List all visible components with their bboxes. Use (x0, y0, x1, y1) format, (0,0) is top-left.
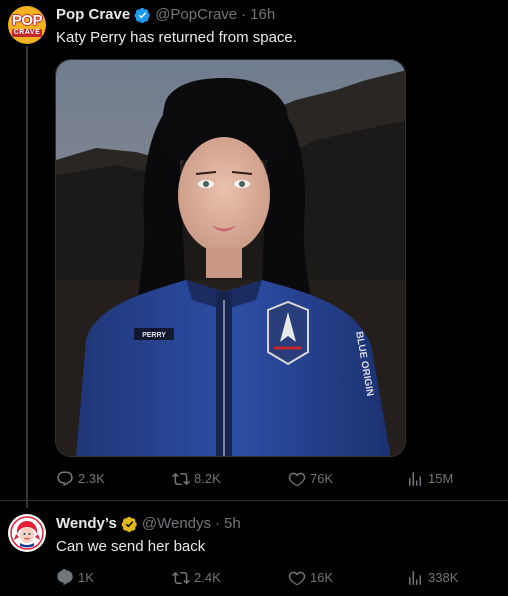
author-handle[interactable]: @Wendys (142, 515, 211, 533)
thread-line (26, 46, 28, 508)
reply-icon (57, 471, 73, 487)
timestamp[interactable]: 16h (250, 6, 275, 24)
verified-badge-icon (121, 516, 137, 532)
like-icon (288, 472, 306, 487)
author-name[interactable]: Pop Crave (56, 6, 130, 24)
avatar-wendys[interactable] (8, 514, 46, 552)
tweet-actions: 2.3K 8.2K 76K 15M (56, 470, 476, 490)
views-icon (409, 571, 421, 585)
reply-button[interactable]: 1K (56, 569, 94, 587)
separator-dot: · (241, 6, 247, 23)
suit-name-tag: PERRY (142, 332, 166, 339)
timestamp[interactable]: 5h (224, 515, 241, 533)
like-button[interactable]: 76K (288, 470, 333, 488)
author-name[interactable]: Wendy’s (56, 515, 117, 533)
tweet-actions: 1K 2.4K 16K 338K (56, 569, 476, 589)
reply-count: 2.3K (78, 471, 105, 486)
retweet-count: 2.4K (194, 570, 221, 585)
reply-icon (57, 569, 73, 586)
like-icon (288, 571, 306, 586)
views-count: 338K (428, 570, 459, 585)
like-count: 16K (310, 570, 334, 585)
tweet-divider (0, 500, 508, 501)
retweet-count: 8.2K (194, 471, 221, 486)
tweet-text: Katy Perry has returned from space. (56, 29, 297, 46)
author-handle[interactable]: @PopCrave (155, 6, 237, 24)
retweet-button[interactable]: 8.2K (172, 470, 221, 488)
tweet-text: Can we send her back (56, 538, 206, 555)
avatar-popcrave[interactable]: POP CRAVE (8, 6, 46, 44)
like-button[interactable]: 16K (288, 569, 333, 587)
retweet-icon (172, 472, 190, 486)
tweet-header: Pop Crave @PopCrave · 16h (56, 6, 275, 24)
views-icon (409, 472, 421, 486)
wendys-logo-icon (10, 516, 44, 550)
verified-badge-icon (134, 7, 150, 23)
tweet-popcrave[interactable]: POP CRAVE Pop Crave @PopCrave · 16h Katy… (0, 0, 508, 508)
tweet-wendys[interactable]: Wendy’s @Wendys · 5h Can we send her bac… (0, 505, 508, 596)
views-button[interactable]: 338K (406, 569, 458, 587)
separator-dot: · (215, 515, 220, 532)
reply-button[interactable]: 2.3K (56, 470, 105, 488)
reply-count: 1K (78, 570, 94, 585)
tweet-header: Wendy’s @Wendys · 5h (56, 515, 241, 533)
views-button[interactable]: 15M (406, 470, 453, 488)
views-count: 15M (428, 471, 454, 486)
retweet-icon (172, 571, 190, 585)
avatar-logo-bottom: CRAVE (11, 28, 43, 37)
photo-illustration: PERRY BLUE ORIGIN (56, 60, 405, 456)
avatar-logo-top: POP (11, 11, 43, 29)
retweet-button[interactable]: 2.4K (172, 569, 221, 587)
tweet-media-photo[interactable]: PERRY BLUE ORIGIN (55, 59, 406, 457)
like-count: 76K (310, 471, 334, 486)
